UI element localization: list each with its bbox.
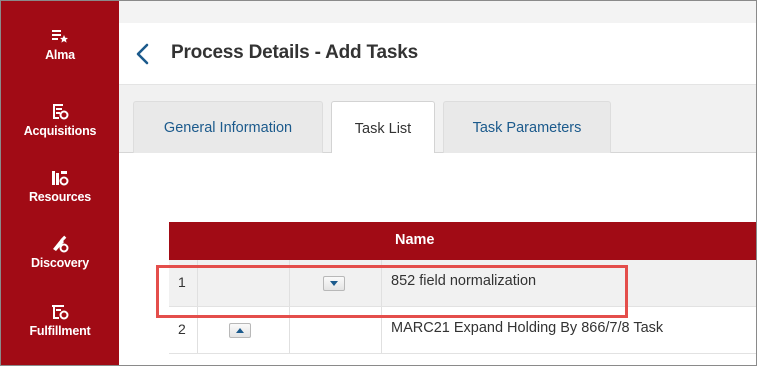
sidebar-item-label: Alma	[45, 48, 75, 62]
triangle-up-icon	[236, 327, 244, 333]
sidebar-item-discovery[interactable]: Discovery	[1, 235, 119, 301]
app-window: Alma Acquisitions Resources Discovery Fu…	[0, 0, 757, 366]
highlight-box	[156, 265, 628, 318]
back-button[interactable]	[133, 40, 153, 68]
table-header: Name	[169, 222, 756, 260]
top-strip	[119, 1, 756, 23]
tab-task-parameters[interactable]: Task Parameters	[443, 101, 611, 154]
column-header-name: Name	[395, 232, 435, 248]
sidebar-item-label: Acquisitions	[23, 124, 97, 138]
task-name: MARC21 Expand Holding By 866/7/8 Task	[391, 320, 664, 336]
sidebar-item-alma[interactable]: Alma	[1, 27, 119, 93]
row-number: 2	[178, 321, 186, 337]
resources-icon	[52, 171, 69, 186]
page-title: Process Details - Add Tasks	[171, 42, 418, 63]
tab-general-information[interactable]: General Information	[133, 101, 323, 154]
task-list-panel: Name 1 852 field normalization 2 MARC21 …	[119, 153, 756, 365]
sidebar-item-label: Resources	[28, 190, 92, 204]
sidebar-item-acquisitions[interactable]: Acquisitions	[1, 103, 119, 169]
tab-bar: General Information Task List Task Param…	[119, 85, 756, 155]
discovery-icon	[53, 235, 69, 253]
main-sidebar: Alma Acquisitions Resources Discovery Fu…	[1, 1, 119, 365]
acquisitions-icon	[53, 104, 69, 120]
page-header: Process Details - Add Tasks	[119, 23, 756, 85]
move-up-button[interactable]	[229, 323, 251, 338]
tab-task-list[interactable]: Task List	[331, 101, 435, 155]
sidebar-item-label: Fulfillment	[29, 324, 91, 338]
alma-star-menu-icon	[52, 30, 68, 43]
sidebar-item-resources[interactable]: Resources	[1, 169, 119, 235]
fulfillment-icon	[52, 305, 69, 320]
chevron-left-icon	[136, 43, 149, 65]
sidebar-item-label: Discovery	[31, 256, 89, 270]
sidebar-item-fulfillment[interactable]: Fulfillment	[1, 303, 119, 365]
